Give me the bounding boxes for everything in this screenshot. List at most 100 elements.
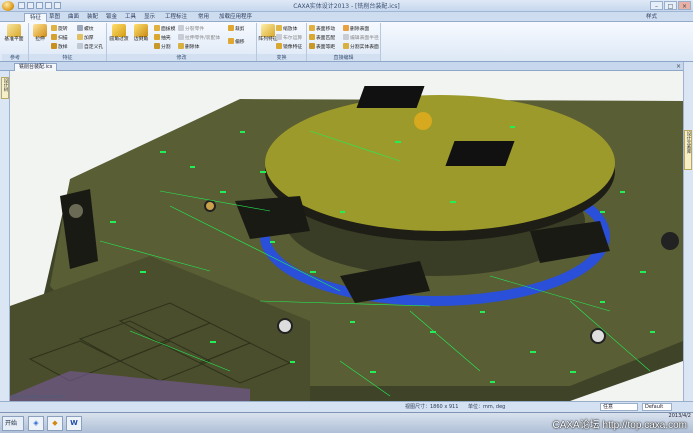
chamfer-button[interactable]: 边倒角 <box>131 23 151 53</box>
delete-face-icon <box>343 25 349 31</box>
tab-assembly[interactable]: 装配 <box>82 13 103 22</box>
extrude-icon <box>33 24 47 37</box>
boolean-button[interactable]: 布尔运算 <box>276 34 302 42</box>
fillet-button[interactable]: 圆角过渡 <box>109 23 129 53</box>
datum-plane-icon <box>7 24 21 37</box>
tab-sketch[interactable]: 草图 <box>44 13 65 22</box>
offset-face-button[interactable]: 表面等距 <box>309 43 335 51</box>
ribbon-group-direct-edit: 表面移动 表面匹配 表面等距 删除表面 编辑表面半径 分割实体表面 直接编辑 <box>307 23 381 61</box>
offset-face-icon <box>309 43 315 49</box>
split-face-icon <box>343 43 349 49</box>
tab-common[interactable]: 常用 <box>193 13 214 22</box>
start-button[interactable]: 开始 <box>2 416 24 431</box>
offset-icon <box>228 38 234 44</box>
split-part-button[interactable]: 分裂零件 <box>178 25 204 33</box>
scale-body-button[interactable]: 缩放体 <box>276 25 297 33</box>
chamfer-icon <box>134 24 148 37</box>
right-panel-strip: 设计元素库 <box>683 62 693 401</box>
ribbon: 基准平面 参考 拉伸 旋转 扫描 放样 螺纹 加厚 自定义孔 特征 圆角过渡 边… <box>0 22 693 62</box>
ribbon-group-transform: 阵列特征 缩放体 布尔运算 镜像特征 变换 <box>257 23 307 61</box>
match-face-button[interactable]: 表面匹配 <box>309 34 335 42</box>
document-tab-bar: 铣削台装配.ics × <box>0 62 693 71</box>
tab-sheetmetal[interactable]: 钣金 <box>101 13 122 22</box>
taskbar-app-caxa[interactable]: ◈ <box>28 416 44 431</box>
mirror-icon <box>276 43 282 49</box>
group-label-features: 特征 <box>29 54 106 61</box>
group-label-modify: 修改 <box>107 54 256 61</box>
custom-hole-icon <box>77 43 83 49</box>
fillet-icon <box>112 24 126 37</box>
split-icon <box>154 43 160 49</box>
ribbon-tabs: 特征 草图 曲面 装配 钣金 工具 显示 工程标注 常用 加载应用程序 样式 <box>0 12 693 22</box>
taskbar-app-word[interactable]: W <box>66 416 82 431</box>
3d-viewport[interactable]: http://www.caxa.com <box>10 71 683 401</box>
design-tree-tab[interactable]: 设计树 <box>1 77 9 99</box>
close-button[interactable]: × <box>678 1 691 10</box>
design-library-tab[interactable]: 设计元素库 <box>684 130 692 170</box>
style-menu[interactable]: 样式 <box>646 13 657 22</box>
group-label-reference: 参考 <box>2 54 28 61</box>
window-title: CAXA实体设计2013 - [铣削台装配.ics] <box>293 3 400 10</box>
scale-icon <box>276 25 282 31</box>
edit-face-radius-button[interactable]: 编辑表面半径 <box>343 34 379 42</box>
screw-3 <box>204 200 216 212</box>
trim-icon <box>228 25 234 31</box>
scheme-select[interactable]: Default <box>642 403 672 411</box>
ribbon-group-features: 拉伸 旋转 扫描 放样 螺纹 加厚 自定义孔 特征 <box>29 23 107 61</box>
tab-drawing-annotation[interactable]: 工程标注 <box>160 13 192 22</box>
view-size-readout: 视图尺寸：1860 x 911 <box>405 404 459 410</box>
maximize-button[interactable]: □ <box>664 1 677 10</box>
design-tree-tab-label: 设计树 <box>3 78 8 92</box>
stretch-part-button[interactable]: 拉伸零件/装配体 <box>178 34 220 42</box>
tab-tools[interactable]: 工具 <box>120 13 141 22</box>
screw-1 <box>590 328 606 344</box>
extrude-button[interactable]: 拉伸 <box>30 23 50 53</box>
viewport-url: http://www.caxa.com <box>12 394 65 400</box>
loft-icon <box>51 43 57 49</box>
shell-icon <box>154 34 160 40</box>
taskbar-app-design[interactable]: ◆ <box>47 416 63 431</box>
group-label-transform: 变换 <box>257 54 306 61</box>
tab-addins[interactable]: 加载应用程序 <box>214 13 257 22</box>
split-button[interactable]: 分割 <box>154 43 171 51</box>
mirror-feature-button[interactable]: 镜像特征 <box>276 43 302 51</box>
group-label-direct-edit: 直接编辑 <box>307 54 380 61</box>
move-face-button[interactable]: 表面移动 <box>309 25 335 33</box>
center-hub <box>414 112 432 130</box>
selection-filter-select[interactable]: 任意 <box>600 403 638 411</box>
shell-button[interactable]: 抽壳 <box>154 34 171 42</box>
assembly-model <box>10 86 683 401</box>
trim-button[interactable]: 裁剪 <box>228 25 245 33</box>
turntable-slot-1 <box>356 86 425 108</box>
minimize-button[interactable]: – <box>650 1 663 10</box>
move-face-icon <box>309 25 315 31</box>
ribbon-group-reference: 基准平面 参考 <box>2 23 29 61</box>
offset-button[interactable]: 偏移 <box>228 38 245 46</box>
document-tab[interactable]: 铣削台装配.ics <box>14 63 58 71</box>
delete-face-button[interactable]: 删除表面 <box>343 25 369 33</box>
custom-hole-button[interactable]: 自定义孔 <box>77 43 103 51</box>
loft-button[interactable]: 放样 <box>51 43 68 51</box>
tab-display[interactable]: 显示 <box>139 13 160 22</box>
left-panel-strip: 设计树 <box>0 71 10 401</box>
thread-button[interactable]: 螺纹 <box>77 25 94 33</box>
sweep-button[interactable]: 扫描 <box>51 34 68 42</box>
document-close-button[interactable]: × <box>676 63 681 70</box>
match-face-icon <box>309 34 315 40</box>
tab-surface[interactable]: 曲面 <box>63 13 84 22</box>
datum-plane-button[interactable]: 基准平面 <box>4 23 24 53</box>
edit-radius-icon <box>343 34 349 40</box>
right-post <box>661 232 679 250</box>
turntable-slot-2 <box>445 141 515 166</box>
thicken-button[interactable]: 加厚 <box>77 34 94 42</box>
delete-body-button[interactable]: 删除体 <box>178 43 199 51</box>
thread-icon <box>77 25 83 31</box>
clock-date: 2013/4/2 <box>668 413 691 419</box>
caxa-icon: ◈ <box>33 419 39 427</box>
pattern-feature-button[interactable]: 阵列特征 <box>258 23 278 53</box>
draft-button[interactable]: 面拔模 <box>154 25 175 33</box>
delete-body-icon <box>178 43 184 49</box>
stretch-part-icon <box>178 34 184 40</box>
split-face-button[interactable]: 分割实体表面 <box>343 43 379 51</box>
revolve-button[interactable]: 旋转 <box>51 25 68 33</box>
